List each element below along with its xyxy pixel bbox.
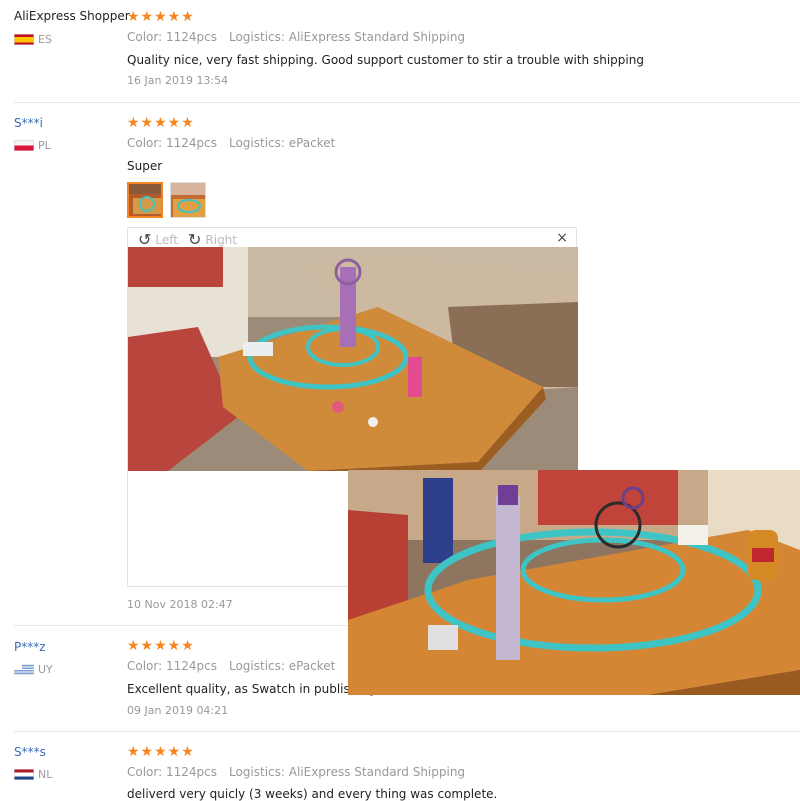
reviewer-country: PL (14, 139, 51, 152)
country-code: ES (38, 33, 52, 46)
review-photo-hover-preview (348, 470, 800, 695)
review-color: Color: 1124pcs (127, 659, 217, 673)
review-meta: Color: 1124pcs Logistics: AliExpress Stan… (127, 765, 465, 779)
review-thumbnail[interactable] (170, 182, 206, 218)
rotate-left-label[interactable]: Left (155, 233, 178, 247)
reviewer-name[interactable]: S***s (14, 745, 46, 759)
review-meta: Color: 1124pcs Logistics: AliExpress Stan… (127, 30, 465, 44)
review-logistics: Logistics: ePacket (228, 136, 336, 150)
reviewer-country: ES (14, 33, 52, 46)
review-text: deliverd very quicly (3 weeks) and every… (127, 787, 498, 801)
review-photo-large (128, 247, 578, 471)
review-text: Excellent quality, as Swatch in publishi… (127, 682, 380, 696)
review-color: Color: 1124pcs (127, 30, 217, 44)
reviewer-name[interactable]: P***z (14, 640, 46, 654)
reviewer-name[interactable]: AliExpress Shopper (14, 9, 130, 23)
flag-uy-icon (14, 664, 34, 675)
rating-stars: ★★★★★ (127, 744, 195, 760)
country-code: NL (38, 768, 53, 781)
country-code: PL (38, 139, 51, 152)
review-color: Color: 1124pcs (127, 765, 217, 779)
reviewer-name[interactable]: S***i (14, 116, 43, 130)
rating-stars: ★★★★★ (127, 115, 195, 131)
review-logistics: Logistics: AliExpress Standard Shipping (228, 765, 466, 779)
review-date: 10 Nov 2018 02:47 (127, 598, 233, 611)
rotate-right-label[interactable]: Right (205, 233, 237, 247)
review-text: Super (127, 159, 163, 173)
country-code: UY (38, 663, 53, 676)
review-logistics: Logistics: AliExpress Standard Shipping (228, 30, 466, 44)
review-meta: Color: 1124pcs Logistics: ePacket (127, 659, 335, 673)
rating-stars: ★★★★★ (127, 638, 195, 654)
review-date: 09 Jan 2019 04:21 (127, 704, 229, 717)
reviewer-country: UY (14, 663, 53, 676)
flag-nl-icon (14, 769, 34, 780)
reviewer-country: NL (14, 768, 52, 781)
divider (14, 102, 800, 103)
close-icon[interactable]: × (556, 230, 568, 246)
flag-pl-icon (14, 140, 34, 151)
review-text: Quality nice, very fast shipping. Good s… (127, 53, 644, 67)
review-color: Color: 1124pcs (127, 136, 217, 150)
review-date: 16 Jan 2019 13:54 (127, 74, 229, 87)
review-thumbnail[interactable] (127, 182, 163, 218)
rating-stars: ★★★★★ (127, 9, 195, 25)
divider (14, 731, 800, 732)
review-logistics: Logistics: ePacket (228, 659, 336, 673)
review-meta: Color: 1124pcs Logistics: ePacket (127, 136, 335, 150)
flag-es-icon (14, 34, 34, 45)
